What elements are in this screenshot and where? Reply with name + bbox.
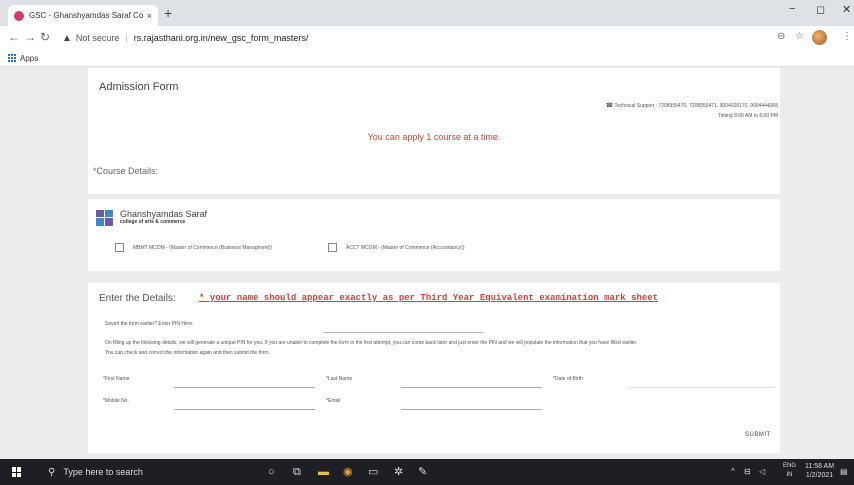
- chrome-icon[interactable]: ◉: [343, 465, 353, 479]
- menu-icon[interactable]: ⋮: [842, 31, 852, 42]
- back-icon[interactable]: ←: [8, 30, 20, 44]
- region-code: IN: [786, 472, 793, 478]
- star-icon[interactable]: ☆: [795, 31, 804, 42]
- search-placeholder: Type here to search: [63, 467, 143, 477]
- tab-title: GSC - Ghanshyamdas Saraf Colle: [29, 11, 143, 20]
- address-bar[interactable]: ▲ Not secure | rs.rajasthani.org.in/new_…: [62, 29, 812, 47]
- course-option-acct[interactable]: ACCT MCOM - (Master of Commerce (Account…: [328, 243, 465, 252]
- warning-icon: ▲: [62, 32, 72, 44]
- task-view-icon[interactable]: ⧉: [293, 465, 301, 479]
- taskbar-clock[interactable]: 11:58 AM 1/2/2021: [805, 462, 834, 480]
- tab-close-icon[interactable]: ×: [147, 11, 152, 21]
- dob-label: *Date of Birth: [553, 376, 583, 382]
- last-name-input[interactable]: [401, 387, 542, 388]
- apps-grid-icon[interactable]: [8, 54, 16, 62]
- language-indicator[interactable]: ENG IN: [783, 462, 796, 480]
- description-line-2: You can check and correct the informatio…: [105, 350, 270, 356]
- search-icon: ⚲: [48, 466, 56, 478]
- tray-chevron-icon[interactable]: ^: [731, 467, 735, 476]
- details-card: Enter the Details: * your name should ap…: [88, 283, 780, 453]
- college-card: Ghanshyamdas Saraf college of arts & com…: [88, 199, 780, 271]
- course-checkbox[interactable]: [115, 243, 124, 252]
- paint-icon[interactable]: ✎: [418, 465, 427, 479]
- course-option-label: ACCT MCOM - (Master of Commerce (Account…: [346, 244, 465, 251]
- email-label: *Email: [326, 398, 341, 404]
- course-option-mbmt[interactable]: MBMT MCOM - (Master of Commerce (Busines…: [115, 243, 272, 252]
- new-tab-button[interactable]: +: [164, 5, 172, 21]
- college-name: Ghanshyamdas Saraf: [120, 209, 208, 219]
- mobile-input[interactable]: [174, 409, 315, 410]
- mobile-label: *Mobile No.: [103, 398, 129, 404]
- browser-toolbar: ← → ↻ ▲ Not secure | rs.rajasthani.org.i…: [0, 26, 854, 50]
- browser-tab[interactable]: GSC - Ghanshyamdas Saraf Colle ×: [8, 5, 158, 26]
- clock-time: 11:58 AM: [805, 463, 835, 470]
- pin-input[interactable]: [323, 332, 484, 333]
- dob-input[interactable]: [629, 387, 774, 388]
- bookmarks-bar: Apps: [0, 50, 854, 67]
- url-separator: |: [125, 33, 128, 43]
- support-numbers: Technical Support : 7208955470, 72089554…: [614, 103, 778, 109]
- course-option-label: MBMT MCOM - (Master of Commerce (Busines…: [133, 244, 273, 251]
- description-line-1: On filling up the following details, we …: [105, 340, 638, 346]
- settings-icon[interactable]: ✲: [394, 465, 403, 479]
- taskbar: ⚲ Type here to search ○ ⧉ ▬ ◉ ▭ ✲ ✎ ^ ⊟ …: [0, 459, 854, 485]
- course-checkbox[interactable]: [328, 243, 337, 252]
- college-logo: Ghanshyamdas Saraf college of arts & com…: [96, 209, 207, 226]
- language-code: ENG: [783, 463, 797, 469]
- admission-card: Admission Form ☎ Technical Support : 720…: [88, 68, 780, 194]
- forward-icon[interactable]: →: [24, 30, 36, 44]
- form-description: On filling up the following details, we …: [105, 338, 775, 358]
- apply-note: You can apply 1 course at a time.: [367, 132, 501, 142]
- file-explorer-icon[interactable]: ▬: [318, 465, 329, 479]
- reload-icon[interactable]: ↻: [40, 30, 50, 44]
- bookmark-apps[interactable]: Apps: [20, 54, 38, 63]
- notification-icon[interactable]: ▤: [840, 467, 848, 476]
- support-timing: Timing 8:00 AM to 6:00 PM: [717, 113, 778, 119]
- phone-icon: ☎: [605, 103, 614, 109]
- minimize-button[interactable]: −: [789, 3, 795, 15]
- browser-tabstrip: GSC - Ghanshyamdas Saraf Colle × + − ◻ ✕: [0, 0, 854, 26]
- first-name-input[interactable]: [174, 387, 315, 388]
- email-input[interactable]: [401, 409, 542, 410]
- zoom-icon[interactable]: ⊖: [777, 31, 785, 42]
- terminal-icon[interactable]: ▭: [368, 465, 378, 479]
- details-heading: Enter the Details:: [99, 293, 176, 304]
- cortana-icon[interactable]: ○: [268, 465, 275, 479]
- taskbar-search[interactable]: ⚲ Type here to search: [38, 459, 248, 485]
- submit-button[interactable]: SUBMIT: [745, 432, 771, 438]
- college-subtitle: college of arts & commerce: [120, 219, 186, 225]
- course-details-label: *Course Details:: [93, 166, 158, 176]
- favicon-icon: [14, 10, 24, 21]
- windows-start-icon[interactable]: [12, 467, 22, 477]
- last-name-label: *Last Name: [326, 376, 353, 382]
- restore-button[interactable]: ◻: [816, 3, 825, 16]
- security-label: Not secure: [75, 33, 120, 43]
- technical-support: ☎ Technical Support : 7208955470, 720895…: [606, 101, 778, 121]
- network-icon[interactable]: ⊟: [744, 467, 751, 476]
- profile-avatar[interactable]: [812, 30, 827, 45]
- page-title: Admission Form: [99, 81, 179, 93]
- close-window-button[interactable]: ✕: [842, 3, 851, 16]
- first-name-label: *First Name: [103, 376, 130, 382]
- course-details-text: Course Details:: [96, 166, 159, 176]
- url-text: rs.rajasthani.org.in/new_gsc_form_master…: [133, 33, 309, 43]
- volume-icon[interactable]: ◁: [759, 467, 765, 476]
- pin-label: Saved the form earlier? Enter PIN Here:: [105, 321, 194, 327]
- college-logo-icon: [96, 209, 114, 226]
- clock-date: 1/2/2021: [805, 472, 834, 479]
- name-warning: * your name should appear exactly as per…: [199, 293, 659, 303]
